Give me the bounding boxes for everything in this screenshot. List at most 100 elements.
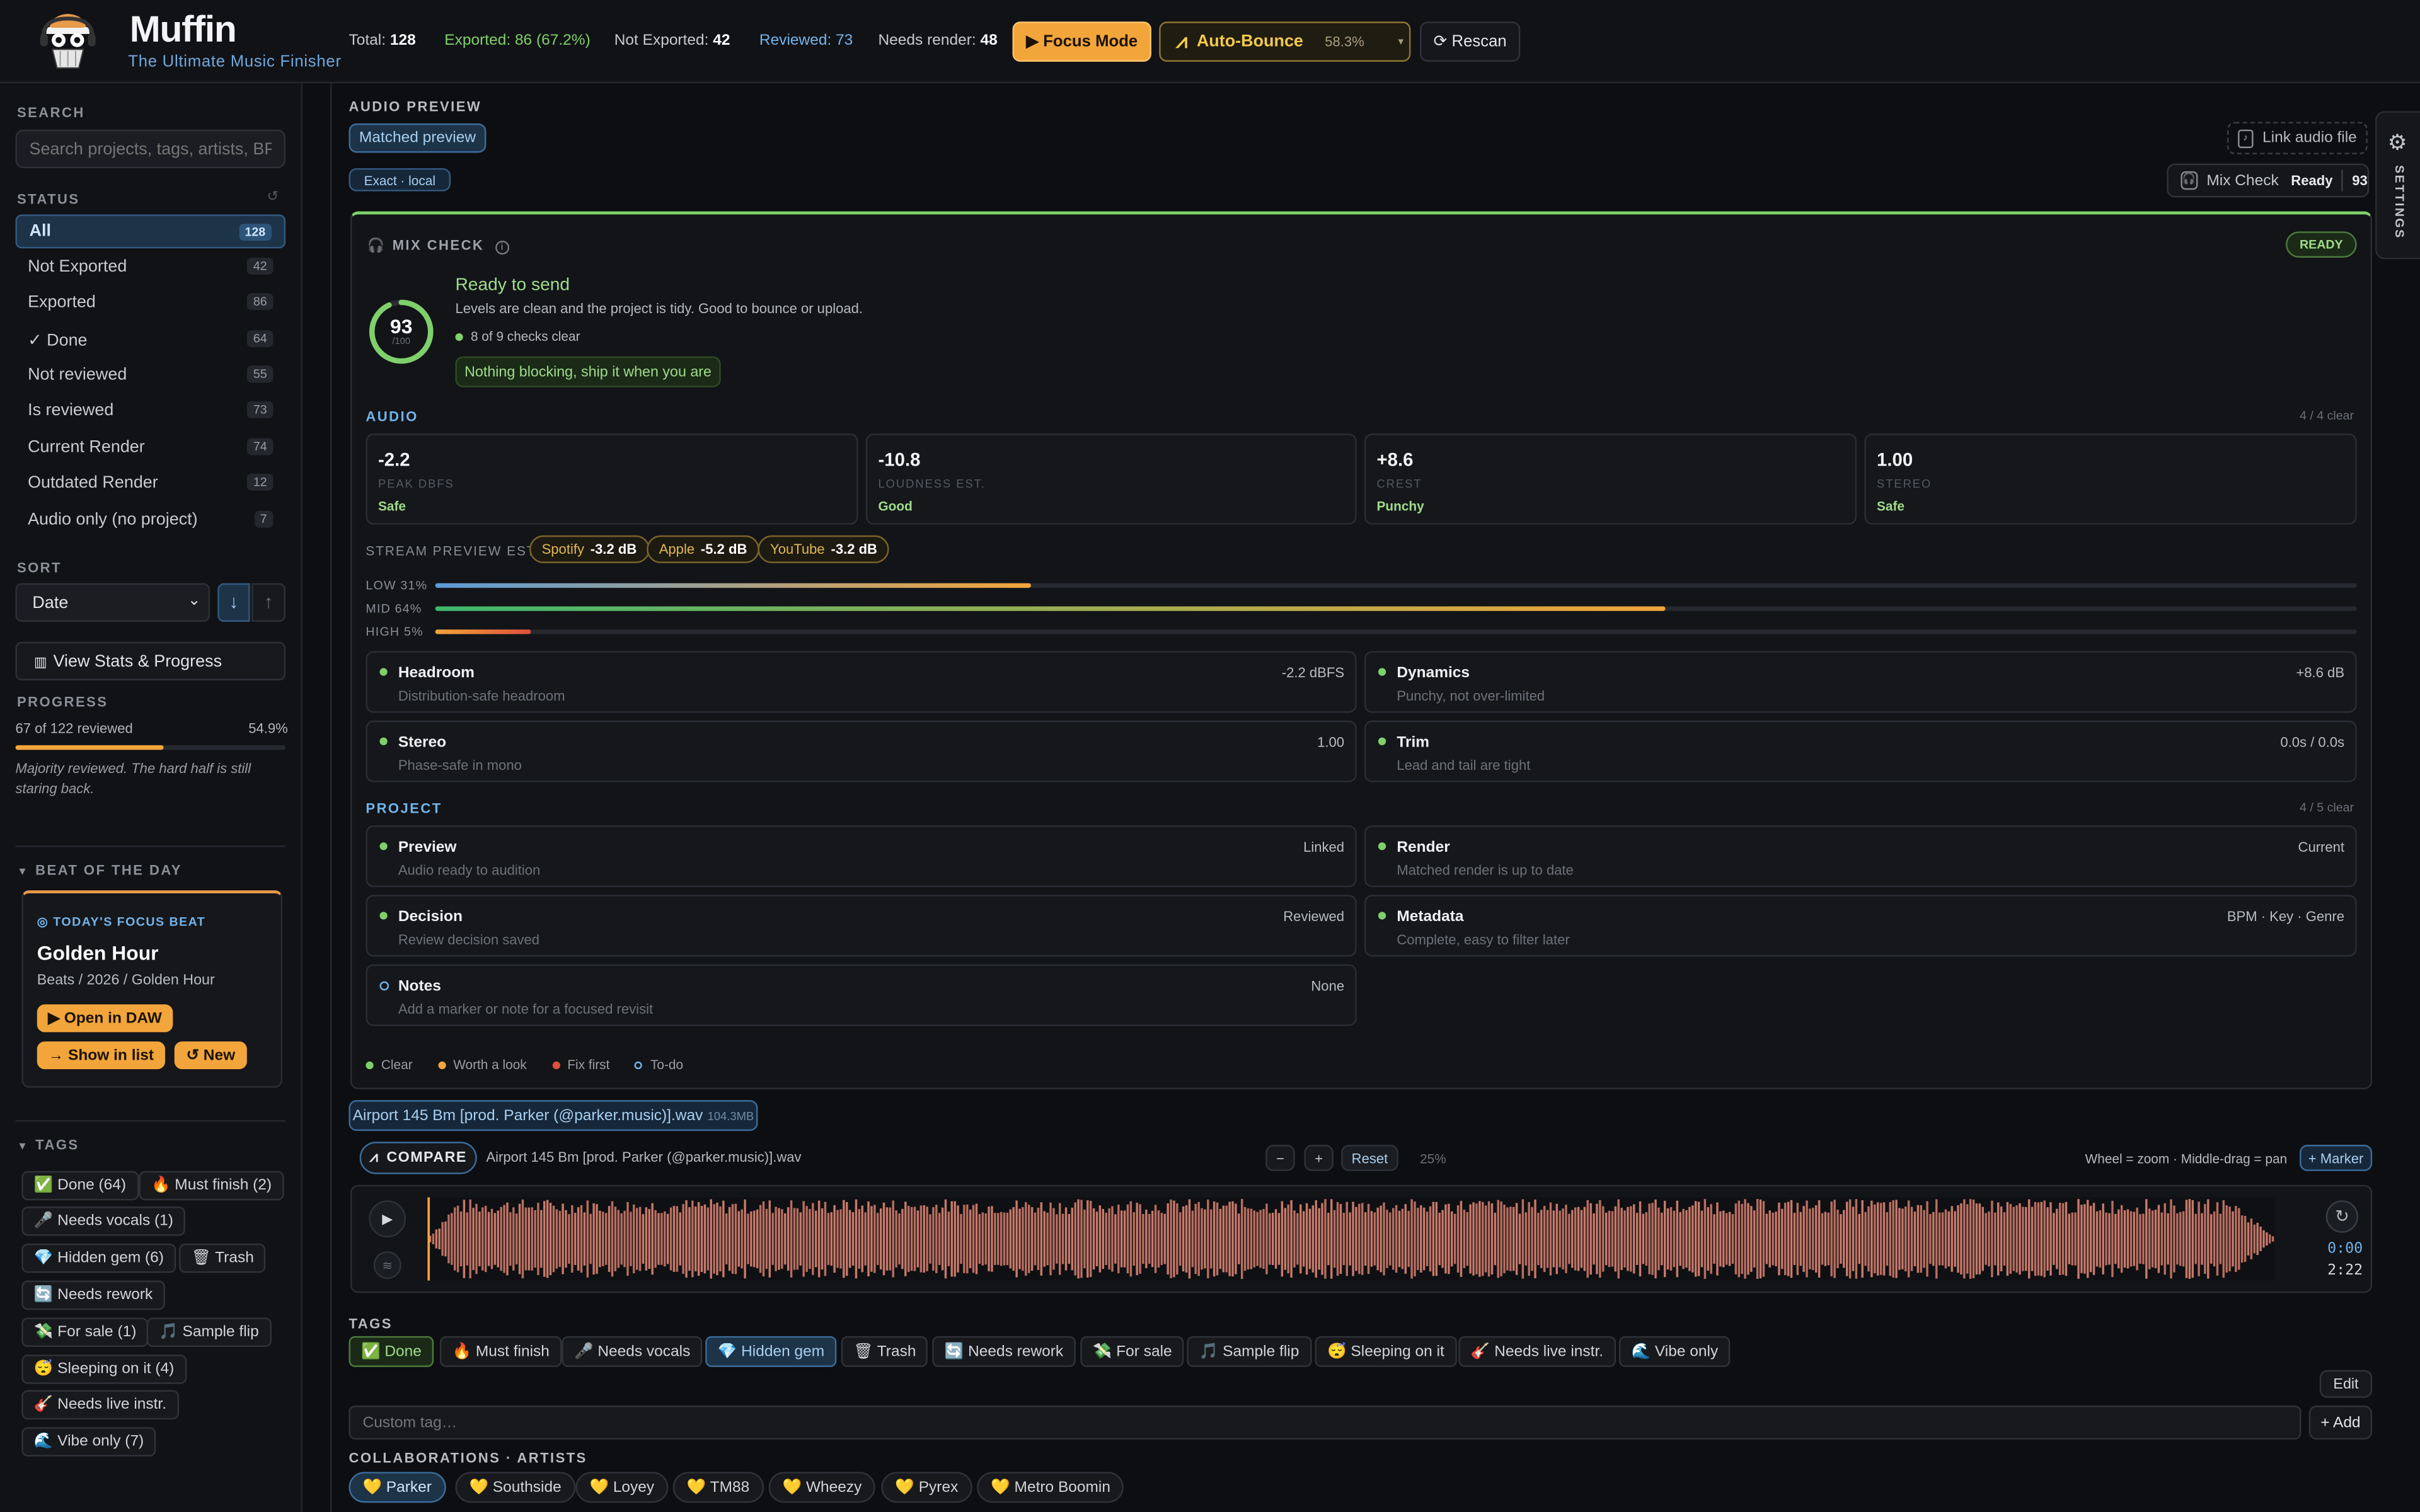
tags-label[interactable]: ▼ TAGS (17, 1137, 79, 1152)
tag-toggle-done[interactable]: ✅ Done (349, 1336, 434, 1367)
tag-toggle-vibe-only[interactable]: 🌊 Vibe only (1619, 1336, 1731, 1367)
link-audio-button[interactable]: ♪ Link audio file (2227, 122, 2368, 154)
settings-tab[interactable]: ⚙ SETTINGS (2375, 111, 2420, 260)
waveform-bar (1534, 1200, 1536, 1279)
waveform-bar (895, 1210, 897, 1268)
waveform-mode-button[interactable]: ≋ (373, 1251, 401, 1280)
reset-icon[interactable]: ↺ (267, 188, 279, 205)
tag-toggle-needs-rework[interactable]: 🔄 Needs rework (932, 1336, 1076, 1367)
artist-southside[interactable]: 💛 Southside (455, 1472, 575, 1503)
sort-desc-button[interactable]: ↓ (217, 583, 250, 622)
waveform-bar (1154, 1205, 1157, 1273)
tag-toggle-hidden-gem[interactable]: 💎 Hidden gem (705, 1336, 837, 1367)
waveform-bar (975, 1203, 978, 1274)
info-icon[interactable]: i (495, 241, 510, 255)
audio-clear-count: 4 / 4 clear (2300, 408, 2354, 423)
status-item-not-reviewed[interactable]: Not reviewed 55 (15, 358, 285, 392)
sort-select[interactable]: Date ⌄ (15, 583, 210, 622)
waveform-bar (1633, 1204, 1635, 1274)
tag-done[interactable]: ✅ Done (64) (21, 1171, 139, 1201)
tag-vibe-only[interactable]: 🌊 Vibe only (7) (21, 1427, 156, 1457)
tag-sample-flip[interactable]: 🎵 Sample flip (146, 1317, 272, 1347)
tag-toggle-for-sale[interactable]: 💸 For sale (1080, 1336, 1185, 1367)
rescan-button[interactable]: ⟳ Rescan (1420, 21, 1521, 62)
waveform-bar (1840, 1214, 1842, 1264)
status-item-exported[interactable]: Exported 86 (15, 285, 285, 319)
zoom-out-button[interactable]: − (1265, 1145, 1295, 1171)
waveform-bar (950, 1201, 954, 1277)
tag-toggle-sleeping-on-it[interactable]: 😴 Sleeping on it (1315, 1336, 1457, 1367)
waveform-bar (1293, 1210, 1296, 1268)
artist-tm88[interactable]: 💛 TM88 (672, 1472, 764, 1503)
audio-file-chip[interactable]: Airport 145 Bm [prod. Parker (@parker.mu… (349, 1100, 758, 1131)
edit-tags-button[interactable]: Edit (2319, 1370, 2373, 1398)
waveform-bar (2266, 1232, 2268, 1246)
status-item-outdated-render[interactable]: Outdated Render 12 (15, 466, 285, 500)
waveform-bar (611, 1201, 614, 1277)
waveform-bar (2105, 1212, 2107, 1266)
waveform-bar (957, 1205, 959, 1273)
status-item-current-render[interactable]: Current Render 74 (15, 430, 285, 464)
waveform-bar (2099, 1210, 2102, 1268)
loop-button[interactable]: ↻ (2325, 1200, 2359, 1233)
tag-must-finish[interactable]: 🔥 Must finish (2) (139, 1171, 284, 1201)
tag-needs-rework[interactable]: 🔄 Needs rework (21, 1280, 165, 1310)
view-stats-button[interactable]: ▥ View Stats & Progress (15, 641, 286, 681)
tag-hidden-gem[interactable]: 💎 Hidden gem (6) (21, 1243, 176, 1273)
compare-button[interactable]: ⩘ COMPARE (359, 1142, 477, 1174)
waveform-bar (1892, 1200, 1894, 1278)
tag-toggle-needs-live-instr[interactable]: 🎸 Needs live instr. (1458, 1336, 1616, 1367)
status-item-done[interactable]: ✓ Done 64 (15, 323, 285, 357)
custom-tag-input[interactable] (349, 1406, 2302, 1440)
zoom-reset-button[interactable]: Reset (1341, 1145, 1398, 1171)
tag-trash[interactable]: 🗑 Trash (179, 1243, 267, 1273)
mix-check-badge-button[interactable]: 🎧 Mix Check Ready 93 (2167, 163, 2370, 198)
status-item-is-reviewed[interactable]: Is reviewed 73 (15, 393, 285, 427)
show-in-list-button[interactable]: → Show in list (37, 1041, 166, 1070)
tag-toggle-must-finish[interactable]: 🔥 Must finish (439, 1336, 562, 1367)
waveform-bar (719, 1206, 722, 1272)
waveform-bar (2077, 1199, 2080, 1279)
auto-bounce-button[interactable]: ⩘ Auto-Bounce 58.3% ▾ (1159, 21, 1411, 62)
waveform[interactable] (425, 1197, 2275, 1281)
artist-loyey[interactable]: 💛 Loyey (575, 1472, 669, 1503)
tag-sleeping-on-it[interactable]: 😴 Sleeping on it (4) (21, 1354, 187, 1384)
waveform-bar (617, 1210, 620, 1268)
waveform-bar (926, 1206, 928, 1271)
add-tag-button[interactable]: + Add (2308, 1406, 2373, 1440)
tag-for-sale[interactable]: 💸 For sale (1) (21, 1317, 149, 1347)
tag-needs-live-instr[interactable]: 🎸 Needs live instr. (21, 1390, 179, 1420)
tag-toggle-needs-vocals[interactable]: 🎤 Needs vocals (562, 1336, 703, 1367)
tag-toggle-sample-flip[interactable]: 🎵 Sample flip (1187, 1336, 1311, 1367)
waveform-bar (2123, 1210, 2126, 1268)
beat-of-day-label[interactable]: ▼ BEAT OF THE DAY (17, 862, 182, 878)
status-item-not-exported[interactable]: Not Exported 42 (15, 250, 285, 284)
waveform-bar (1151, 1210, 1154, 1268)
artist-metro-boomin[interactable]: 💛 Metro Boomin (977, 1472, 1125, 1503)
zoom-in-button[interactable]: + (1304, 1145, 1334, 1171)
open-in-daw-button[interactable]: ▶ Open in DAW (37, 1004, 173, 1033)
artist-pyrex[interactable]: 💛 Pyrex (881, 1472, 972, 1503)
artist-wheezy[interactable]: 💛 Wheezy (768, 1472, 876, 1503)
status-item-audio-only[interactable]: Audio only (no project) 7 (15, 503, 285, 537)
artist-parker[interactable]: 💛 Parker (349, 1472, 446, 1503)
search-input[interactable] (15, 129, 286, 168)
waveform-bar (1022, 1206, 1024, 1271)
tag-needs-vocals[interactable]: 🎤 Needs vocals (1) (21, 1206, 186, 1236)
waveform-bar (2087, 1200, 2089, 1278)
waveform-bar (2145, 1199, 2148, 1279)
sort-asc-button[interactable]: ↑ (251, 583, 286, 622)
new-beat-button[interactable]: ↺ New (174, 1041, 247, 1070)
waveform-bar (1806, 1200, 1808, 1278)
tag-toggle-trash[interactable]: 🗑 Trash (841, 1336, 929, 1367)
play-button[interactable]: ▶ (369, 1200, 406, 1238)
waveform-bar (2188, 1199, 2191, 1279)
focus-mode-button[interactable]: ▶ Focus Mode (1012, 21, 1151, 62)
matched-preview-button[interactable]: Matched preview (349, 123, 487, 153)
waveform-bar (1737, 1200, 1741, 1278)
status-item-all[interactable]: All 128 (15, 214, 286, 249)
add-marker-button[interactable]: + Marker (2300, 1145, 2373, 1171)
waveform-bar (846, 1202, 848, 1276)
waveform-bar (781, 1209, 783, 1269)
waveform-bar (1734, 1203, 1737, 1274)
